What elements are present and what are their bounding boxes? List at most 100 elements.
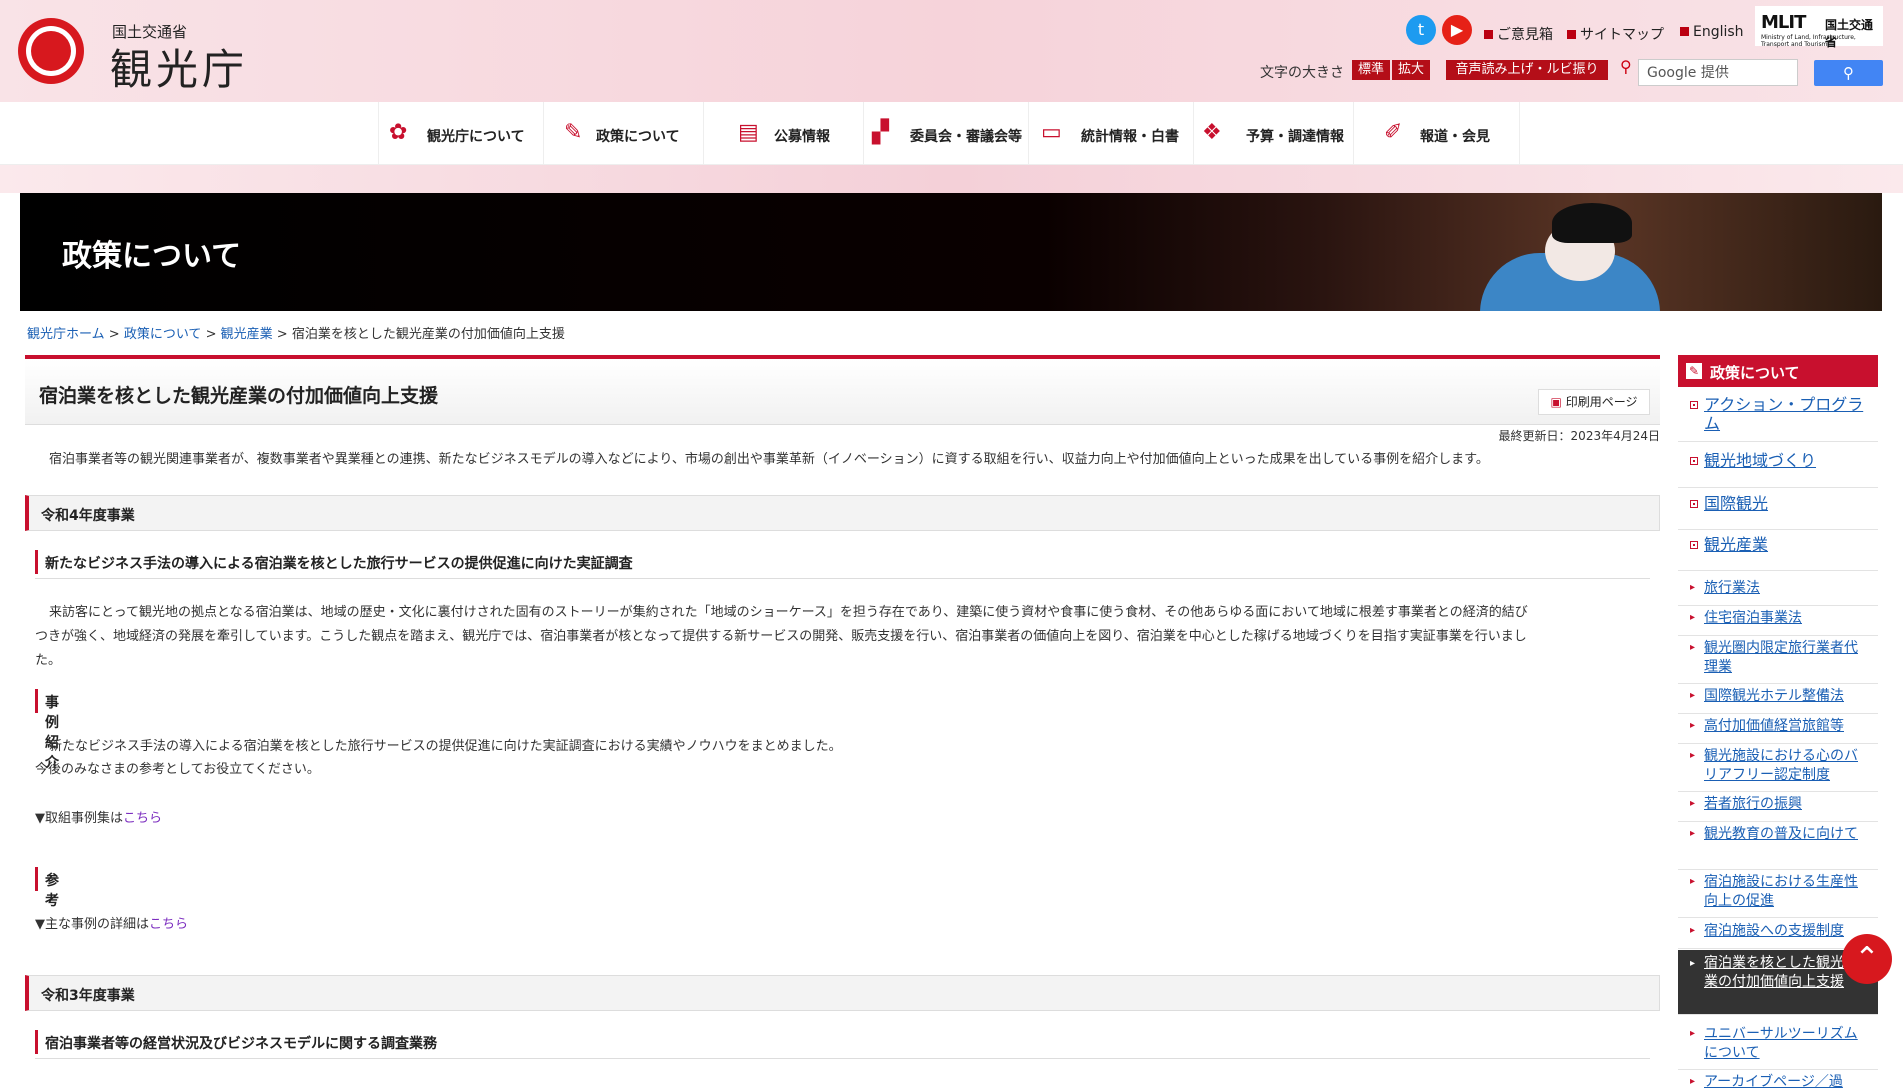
font-enlarge-button[interactable]: 拡大 [1392, 60, 1430, 80]
pen-icon: ✎ [1686, 363, 1702, 379]
arrow-right-icon: ▸ [1690, 876, 1696, 887]
location-pin-icon: ⚲ [1620, 57, 1632, 76]
sidebar-subitem[interactable]: ▸ 観光施設における心のバリアフリー認定制度 [1678, 745, 1878, 792]
page-title: 宿泊業を核とした観光産業の付加価値向上支援 [39, 385, 439, 407]
mailbox-icon [1484, 30, 1493, 39]
sidebar-subitem[interactable]: ▸ ユニバーサルツーリズムについて [1678, 1023, 1878, 1070]
body-text-line: 来訪客にとって観光地の拠点となる宿泊業は、地域の歴史・文化に裏付けされた固有のス… [49, 605, 1528, 620]
nav-public-offering[interactable]: ▤ 公募情報 [703, 102, 864, 164]
english-link[interactable]: English [1680, 24, 1744, 40]
breadcrumb-tourism-industry[interactable]: 観光産業 [221, 327, 273, 342]
search-button[interactable]: ⚲ [1814, 60, 1883, 86]
sidebar-heading[interactable]: ✎ 政策について [1678, 355, 1878, 387]
pen-icon: ✎ [564, 120, 583, 145]
sidebar-subitem[interactable]: ▸ 住宅宿泊事業法 [1678, 607, 1878, 636]
last-updated: 最終更新日：2023年4月24日 [1498, 429, 1660, 443]
arrow-right-icon: ▸ [1690, 642, 1696, 653]
nav-committees[interactable]: ▞ 委員会・審議会等 [863, 102, 1029, 164]
search-icon: ⚲ [1843, 64, 1854, 82]
arrow-right-icon: ▸ [1690, 582, 1696, 593]
body-text-line: た。 [35, 653, 62, 668]
global-nav: ✿ 観光庁について ✎ 政策について ▤ 公募情報 ▞ 委員会・審議会等 ▭ 統… [0, 102, 1903, 165]
sitemap-icon [1567, 30, 1576, 39]
arrow-right-icon: ▸ [1690, 798, 1696, 809]
sidebar-subitem[interactable]: ▸ 旅行業法 [1678, 577, 1878, 606]
sidebar-subitem[interactable]: ▸ 若者旅行の振興 [1678, 793, 1878, 822]
square-bullet-icon [1690, 457, 1698, 465]
nav-budget[interactable]: ❖ 予算・調達情報 [1193, 102, 1354, 164]
reference-line: ▼主な事例の詳細はこちら [35, 917, 189, 932]
twitter-icon[interactable]: t [1406, 15, 1436, 45]
square-bullet-icon [1690, 500, 1698, 508]
case-collection-line: ▼取組事例集はこちら [35, 811, 163, 826]
sidebar-subitem[interactable]: ▸ 観光圏内限定旅行業者代理業 [1678, 637, 1878, 684]
subsection-heading: 新たなビジネス手法の導入による宿泊業を核とした旅行サービスの提供促進に向けた実証… [35, 548, 1650, 579]
arrow-right-icon: ▸ [1690, 1028, 1696, 1039]
intro-text: 宿泊事業者等の観光関連事業者が、複数事業者や異業種との連携、新たなビジネスモデル… [49, 452, 1489, 467]
section-heading-r3: 令和3年度事業 [25, 975, 1660, 1011]
microphone-icon: ✐ [1384, 120, 1403, 145]
nav-policy[interactable]: ✎ 政策について [543, 102, 704, 164]
sidebar-item-area-development[interactable]: 観光地域づくり [1678, 447, 1878, 488]
font-size-label: 文字の大きさ [1260, 65, 1344, 81]
breadcrumb-current: 宿泊業を核とした観光産業の付加価値向上支援 [291, 327, 565, 342]
decorative-band [0, 165, 1903, 193]
case-collection-link[interactable]: こちら [123, 811, 162, 826]
people-icon: ▞ [872, 120, 889, 145]
sitemap-link[interactable]: サイトマップ [1567, 24, 1664, 44]
sidebar-item-tourism-industry[interactable]: 観光産業 [1678, 530, 1878, 571]
sidebar-subitem[interactable]: ▸ 観光教育の普及に向けて [1678, 823, 1878, 870]
square-bullet-icon [1680, 27, 1689, 36]
handshake-icon: ❖ [1202, 120, 1222, 145]
arrow-right-icon: ▸ [1690, 750, 1696, 761]
nav-statistics[interactable]: ▭ 統計情報・白書 [1028, 102, 1194, 164]
arrow-right-icon: ▸ [1690, 690, 1696, 701]
breadcrumb-home[interactable]: 観光庁ホーム [27, 327, 105, 342]
sidebar-item-international[interactable]: 国際観光 [1678, 489, 1878, 530]
arrow-right-icon: ▸ [1690, 828, 1696, 839]
opinion-box-link[interactable]: ご意見箱 [1484, 24, 1553, 44]
maiko-photo [1460, 203, 1660, 311]
hero-banner: 政策について [20, 193, 1882, 311]
sidebar-subitem[interactable]: ▸ 国際観光ホテル整備法 [1678, 685, 1878, 714]
arrow-right-icon: ▸ [1690, 958, 1696, 969]
breadcrumb-policy[interactable]: 政策について [124, 327, 202, 342]
arrow-right-icon: ▸ [1690, 612, 1696, 623]
breadcrumb-separator: > [108, 327, 120, 342]
sidebar-item-action-program[interactable]: アクション・プログラム [1678, 395, 1878, 442]
read-aloud-button[interactable]: 音声読み上げ・ルビ振り [1446, 60, 1608, 80]
flower-icon: ✿ [389, 120, 408, 145]
arrow-right-icon: ▸ [1690, 1076, 1696, 1087]
case-study-text: 新たなビジネス手法の導入による宿泊業を核とした旅行サービスの提供促進に向けた実証… [49, 739, 842, 754]
clipboard-icon: ▤ [738, 120, 759, 145]
section-heading-r4: 令和4年度事業 [25, 495, 1660, 531]
back-to-top-button[interactable]: ⌃ [1842, 934, 1892, 984]
body-text-line: つきが強く、地域経済の発展を牽引しています。こうした観点を踏まえ、観光庁では、宿… [35, 629, 1527, 644]
square-bullet-icon [1690, 401, 1698, 409]
agency-logo[interactable] [18, 18, 93, 84]
youtube-icon[interactable]: ▶ [1442, 15, 1472, 45]
breadcrumb: 観光庁ホーム > 政策について > 観光産業 > 宿泊業を核とした観光産業の付加… [27, 323, 565, 342]
breadcrumb-separator: > [205, 327, 217, 342]
sidebar-subitem[interactable]: ▸ アーカイブページ／過 [1678, 1071, 1878, 1091]
hero-title: 政策について [62, 239, 242, 274]
chevron-up-icon: ⌃ [1854, 941, 1880, 976]
subsection-heading: 宿泊事業者等の経営状況及びビジネスモデルに関する調査業務 [35, 1028, 1650, 1059]
case-study-text: 今後のみなさまの参考としてお役立てください。 [35, 762, 320, 777]
mlit-logo[interactable]: MLIT 国土交通省 Ministry of Land, Infrastruct… [1755, 6, 1883, 49]
nav-press[interactable]: ✐ 報道・会見 [1353, 102, 1520, 164]
sidebar-subitem[interactable]: ▸ 高付加価値経営旅館等 [1678, 715, 1878, 744]
search-input[interactable]: Google 提供 [1638, 59, 1798, 86]
print-page-button[interactable]: ▣ 印刷用ページ [1538, 389, 1650, 415]
breadcrumb-separator: > [276, 327, 288, 342]
site-header: 国土交通省 観光庁 t ▶ ご意見箱 サイトマップ English MLIT 国… [0, 0, 1903, 102]
agency-name[interactable]: 観光庁 [110, 36, 248, 97]
reference-link[interactable]: こちら [149, 917, 188, 932]
chart-icon: ▭ [1041, 120, 1062, 145]
printer-icon: ▣ [1550, 395, 1562, 409]
sidebar-subitem[interactable]: ▸ 宿泊施設における生産性向上の促進 [1678, 871, 1878, 918]
arrow-right-icon: ▸ [1690, 925, 1696, 936]
nav-about[interactable]: ✿ 観光庁について [378, 102, 544, 164]
page-title-box: 宿泊業を核とした観光産業の付加価値向上支援 ▣ 印刷用ページ [25, 355, 1660, 425]
font-standard-button[interactable]: 標準 [1352, 60, 1390, 80]
